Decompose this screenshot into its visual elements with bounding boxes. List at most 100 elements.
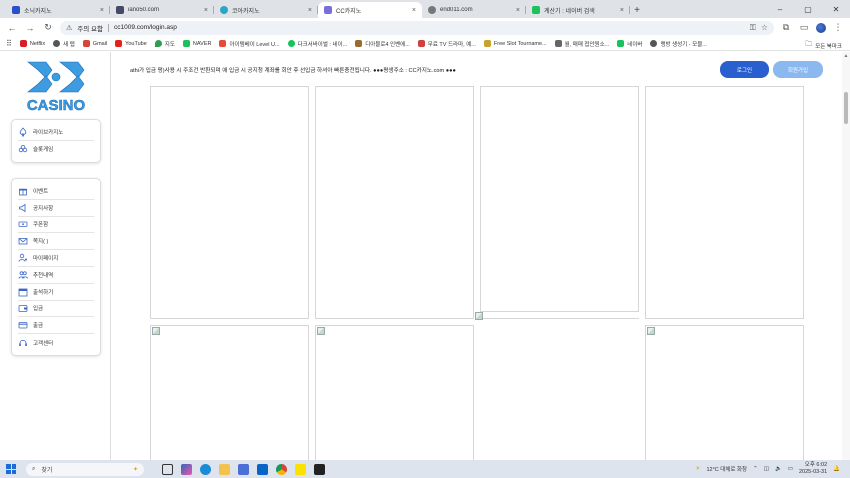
menu-item-withdraw[interactable]: 출금 [18,317,94,335]
game-tile[interactable] [645,86,804,319]
reload-button[interactable]: ↻ [42,22,54,34]
menu-item-event[interactable]: 이벤트 [18,183,94,200]
weather-text[interactable]: 12°C 대체로 화창 [706,465,747,473]
game-tile[interactable] [480,86,639,312]
vertical-scrollbar[interactable]: ▲ [842,52,850,460]
outlook-icon[interactable] [257,463,268,475]
bookmark-label: Free Slot Tourname... [493,40,547,47]
bookmark-item[interactable]: NAVER [182,40,211,47]
user-gear-icon [18,253,27,262]
chrome-icon[interactable] [276,463,287,475]
bookmark-item[interactable]: Free Slot Tourname... [483,40,547,47]
chevron-up-icon[interactable]: ⌃ [753,466,758,472]
network-icon[interactable]: ◫ [764,466,769,472]
bookmark-label: 새 탭 [63,41,75,48]
naver-icon [617,40,625,47]
windows-start-icon[interactable] [6,464,16,474]
close-icon[interactable]: × [516,7,520,14]
notification-icon[interactable]: 🔔 [833,466,840,472]
join-button[interactable]: 회원가입 [773,61,823,78]
bookmark-item[interactable]: 아이템베이 Level U... [219,40,280,48]
close-icon[interactable]: × [620,7,624,14]
tv-icon [417,40,425,47]
close-icon[interactable]: × [308,7,312,14]
menu-item-support[interactable]: 고객센터 [18,334,94,351]
forward-button[interactable]: → [24,22,36,34]
taskbar-search[interactable]: ⌕ 찾기 ✦ [26,462,144,476]
menu-item-mypage[interactable]: 마이페이지 [18,250,94,267]
menu-kebab-icon[interactable]: ⋮ [832,22,844,34]
browser-tab[interactable]: end011.com × [422,2,526,18]
bookmark-item[interactable]: 새 탭 [53,40,75,48]
sidepanel-icon[interactable]: ▭ [798,22,810,34]
menu-label: 마이페이지 [33,256,59,263]
edge-icon[interactable] [200,463,211,475]
bookmark-item[interactable]: 디아블로4 인벤에... [355,40,410,48]
menu-item-message[interactable]: 쪽지( ) [18,233,94,251]
menu-item-live-casino[interactable]: 라이브카지노 [18,124,94,141]
url-text[interactable]: cc1009.com/login.asp [114,24,745,31]
close-icon[interactable]: × [100,7,104,14]
casino-logo[interactable]: CASINO [18,58,94,114]
clock[interactable]: 오후 6:02 2025-03-31 [799,462,827,476]
browser-tab[interactable]: 코아카지노 × [214,2,318,18]
login-button[interactable]: 로그인 [720,61,769,78]
menu-item-deposit[interactable]: 입금 [18,301,94,318]
key-icon[interactable]: ⚿ [750,23,756,33]
browser-tab[interactable]: iano50.com × [110,2,214,18]
warning-icon[interactable]: ⚠ [66,24,72,32]
bookmark-item[interactable]: 랭방 생성기 - 모블... [650,40,707,48]
bookmark-item[interactable]: 월, 매매 접안원소... [554,40,609,48]
game-tile[interactable] [645,325,804,460]
apps-grid-icon[interactable]: ⠿ [6,39,12,48]
users-icon [18,271,28,279]
bookmark-item[interactable]: YouTube [115,40,147,47]
menu-item-attendance[interactable]: 출석하기 [18,284,94,301]
game-tile[interactable] [150,325,309,460]
menu-label: 입금 [33,306,44,313]
game-tile[interactable] [315,325,474,460]
bookmark-item[interactable]: 다크서바이벌 : 네이... [287,40,347,48]
volume-icon[interactable]: 🔈 [775,466,782,472]
scroll-up-icon[interactable]: ▲ [842,52,850,60]
game-tile[interactable] [315,86,474,319]
kakaotalk-icon[interactable] [295,463,306,475]
ticket-icon [18,222,28,228]
bookmark-item[interactable]: 지도 [154,40,175,48]
file-explorer-icon[interactable] [219,463,230,475]
menu-item-slot[interactable]: 슬롯게임 [18,141,94,158]
bookmark-item[interactable]: 네이버 [617,40,642,48]
extensions-icon[interactable]: ⧉ [780,22,792,34]
terminal-icon[interactable] [314,463,325,475]
bookmark-item[interactable]: Netflix [19,40,45,47]
game-tile[interactable] [150,86,309,319]
all-bookmarks-folder[interactable]: 🗀 모든 북마크 [805,40,842,51]
task-view-icon[interactable] [162,463,173,475]
store-icon[interactable] [238,463,249,475]
speaker-icon [19,203,26,212]
globe-icon [53,40,61,47]
copilot-icon[interactable] [181,463,192,475]
minimize-button[interactable]: – [766,0,794,18]
bookmark-item[interactable]: 무료 TV 드라마, 예... [417,40,476,48]
battery-icon[interactable]: ▭ [788,466,793,472]
star-icon[interactable]: ☆ [761,23,768,32]
new-tab-button[interactable]: + [630,2,644,18]
broken-image-icon [317,327,325,335]
bookmark-item[interactable]: Gmail [82,40,107,47]
close-icon[interactable]: × [412,7,416,14]
scrollbar-thumb[interactable] [844,92,848,124]
back-button[interactable]: ← [6,22,18,34]
menu-item-coupon[interactable]: 쿠폰함 [18,217,94,234]
close-icon[interactable]: × [204,7,208,14]
window-close-button[interactable]: ✕ [822,0,850,18]
menu-item-referral[interactable]: 추천내역 [18,267,94,284]
security-label[interactable]: 주의 요함 [77,23,103,33]
browser-tab-active[interactable]: CC카지노 × [318,2,422,18]
browser-tab[interactable]: 계산기 : 네이버 검색 × [526,2,630,18]
browser-tab[interactable]: 소닉카지노 × [6,2,110,18]
maximize-button[interactable]: ▢ [794,0,822,18]
profile-avatar[interactable] [816,22,826,33]
menu-item-notice[interactable]: 공지사항 [18,200,94,217]
address-bar[interactable]: ⚠ 주의 요함 cc1009.com/login.asp ⚿ ☆ [60,20,774,35]
